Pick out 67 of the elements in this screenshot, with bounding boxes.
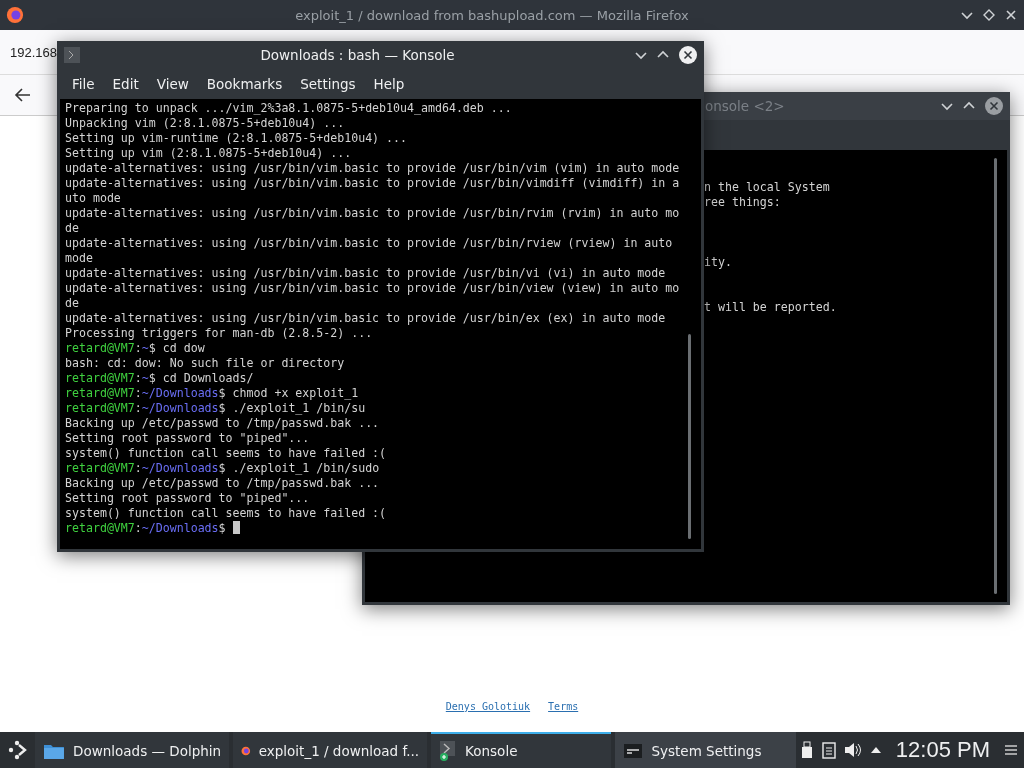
- menu-item[interactable]: File: [63, 72, 104, 96]
- terminal-line: uto mode: [65, 191, 121, 205]
- tab-title[interactable]: 192.168: [10, 44, 57, 60]
- terminal-line: Setting up vim-runtime (2:8.1.0875-5+deb10u4) ...: [65, 131, 408, 145]
- terminal-icon: [63, 46, 81, 64]
- terminal-line: update-alternatives: using /usr/bin/vim.basic to provide /usr/bin/ex (ex) in auto mode: [65, 311, 666, 325]
- terminal-line: Setting root password to "piped"...: [65, 491, 310, 505]
- usb-icon[interactable]: [799, 741, 814, 759]
- window-title: exploit_1 / download from bashupload.com — Mozilla Firefox: [294, 7, 690, 23]
- close-icon[interactable]: [984, 96, 1004, 116]
- terminal-line: bash: cd: dow: No such file or directory: [65, 356, 345, 370]
- menu-item[interactable]: Edit: [103, 72, 148, 96]
- terminal-icon: [439, 740, 458, 762]
- terminal-prompt: retard@VM7:~$ cd dow: [65, 341, 205, 355]
- back-icon[interactable]: [14, 87, 32, 103]
- launcher-icon[interactable]: [6, 739, 29, 761]
- terminal-prompt: retard@VM7:~$ cd Downloads/: [65, 371, 254, 385]
- terminal-line: Unpacking vim (2:8.1.0875-5+deb10u4) ...: [65, 116, 345, 130]
- taskbar-task[interactable]: Downloads — Dolphin: [35, 732, 230, 768]
- terminal-line: update-alternatives: using /usr/bin/vim.basic to provide /usr/bin/vi (vi) in auto mode: [65, 266, 666, 280]
- footer-link[interactable]: Denys Golotiuk: [445, 701, 531, 712]
- menu-icon[interactable]: [1004, 743, 1018, 757]
- terminal-line: system() function call seems to have failed :(: [65, 506, 387, 520]
- menu-item[interactable]: Settings: [291, 72, 365, 96]
- terminal-line: de: [65, 221, 79, 235]
- terminal-prompt: retard@VM7:~/Downloads$: [65, 521, 226, 535]
- maximize-icon[interactable]: [982, 8, 996, 22]
- expand-icon[interactable]: [869, 745, 882, 755]
- folder-icon: [43, 742, 66, 760]
- terminal-prompt: retard@VM7:~/Downloads$ ./exploit_1 /bin/su: [65, 401, 366, 415]
- window-title: Downloads : bash — Konsole: [259, 47, 456, 63]
- terminal-line: ree things:: [704, 195, 781, 209]
- menu-item[interactable]: Help: [364, 72, 414, 96]
- terminal-line: update-alternatives: using /usr/bin/vim.basic to provide /usr/bin/vimdiff (vimdiff) in a: [65, 176, 680, 190]
- scrollbar[interactable]: [688, 334, 691, 539]
- menu-item[interactable]: View: [147, 72, 198, 96]
- terminal-line: ity.: [704, 255, 732, 269]
- taskbar-task[interactable]: exploit_1 / download f...: [233, 732, 428, 768]
- settings-icon: [623, 743, 644, 759]
- taskbar-task[interactable]: System Settings: [615, 732, 796, 768]
- window-title: onsole <2>: [705, 98, 785, 114]
- clipboard-icon[interactable]: [821, 741, 836, 759]
- terminal-line: Setting up vim (2:8.1.0875-5+deb10u4) ...: [65, 146, 352, 160]
- terminal-line: Setting root password to "piped"...: [65, 431, 310, 445]
- terminal-line: update-alternatives: using /usr/bin/vim.basic to provide /usr/bin/rview (rview) in auto: [65, 236, 673, 250]
- terminal-line: update-alternatives: using /usr/bin/vim.basic to provide /usr/bin/view (view) in auto mo: [65, 281, 680, 295]
- terminal-line: mode: [65, 251, 93, 265]
- terminal-line: update-alternatives: using /usr/bin/vim.basic to provide /usr/bin/rvim (rvim) in auto mo: [65, 206, 680, 220]
- terminal-line: Backing up /etc/passwd to /tmp/passwd.bak ...: [65, 416, 380, 430]
- terminal-line: Processing triggers for man-db (2.8.5-2) ...: [65, 326, 373, 340]
- taskbar-task[interactable]: Konsole: [431, 732, 612, 768]
- terminal-line: Backing up /etc/passwd to /tmp/passwd.bak ...: [65, 476, 380, 490]
- terminal-line: t will be reported.: [704, 300, 837, 314]
- terminal-line: de: [65, 296, 79, 310]
- footer-link[interactable]: Terms: [548, 701, 579, 712]
- speaker-icon[interactable]: [843, 742, 862, 758]
- terminal-line: system() function call seems to have failed :(: [65, 446, 387, 460]
- terminal-prompt: retard@VM7:~/Downloads$ ./exploit_1 /bin/sudo: [65, 461, 380, 475]
- terminal-prompt: retard@VM7:~/Downloads$ chmod +x exploit_1: [65, 386, 359, 400]
- menu-item[interactable]: Bookmarks: [197, 72, 292, 96]
- terminal-line: Preparing to unpack .../vim_2%3a8.1.0875-5+deb10u4_amd64.deb ...: [65, 101, 512, 115]
- clock[interactable]: 12:05 PM: [895, 737, 990, 763]
- firefox-icon: [6, 6, 24, 24]
- close-icon[interactable]: [678, 45, 698, 65]
- close-icon[interactable]: [1004, 8, 1018, 22]
- terminal-line: update-alternatives: using /usr/bin/vim.basic to provide /usr/bin/vim (vim) in auto mode: [65, 161, 680, 175]
- terminal-line: n the local System: [704, 180, 830, 194]
